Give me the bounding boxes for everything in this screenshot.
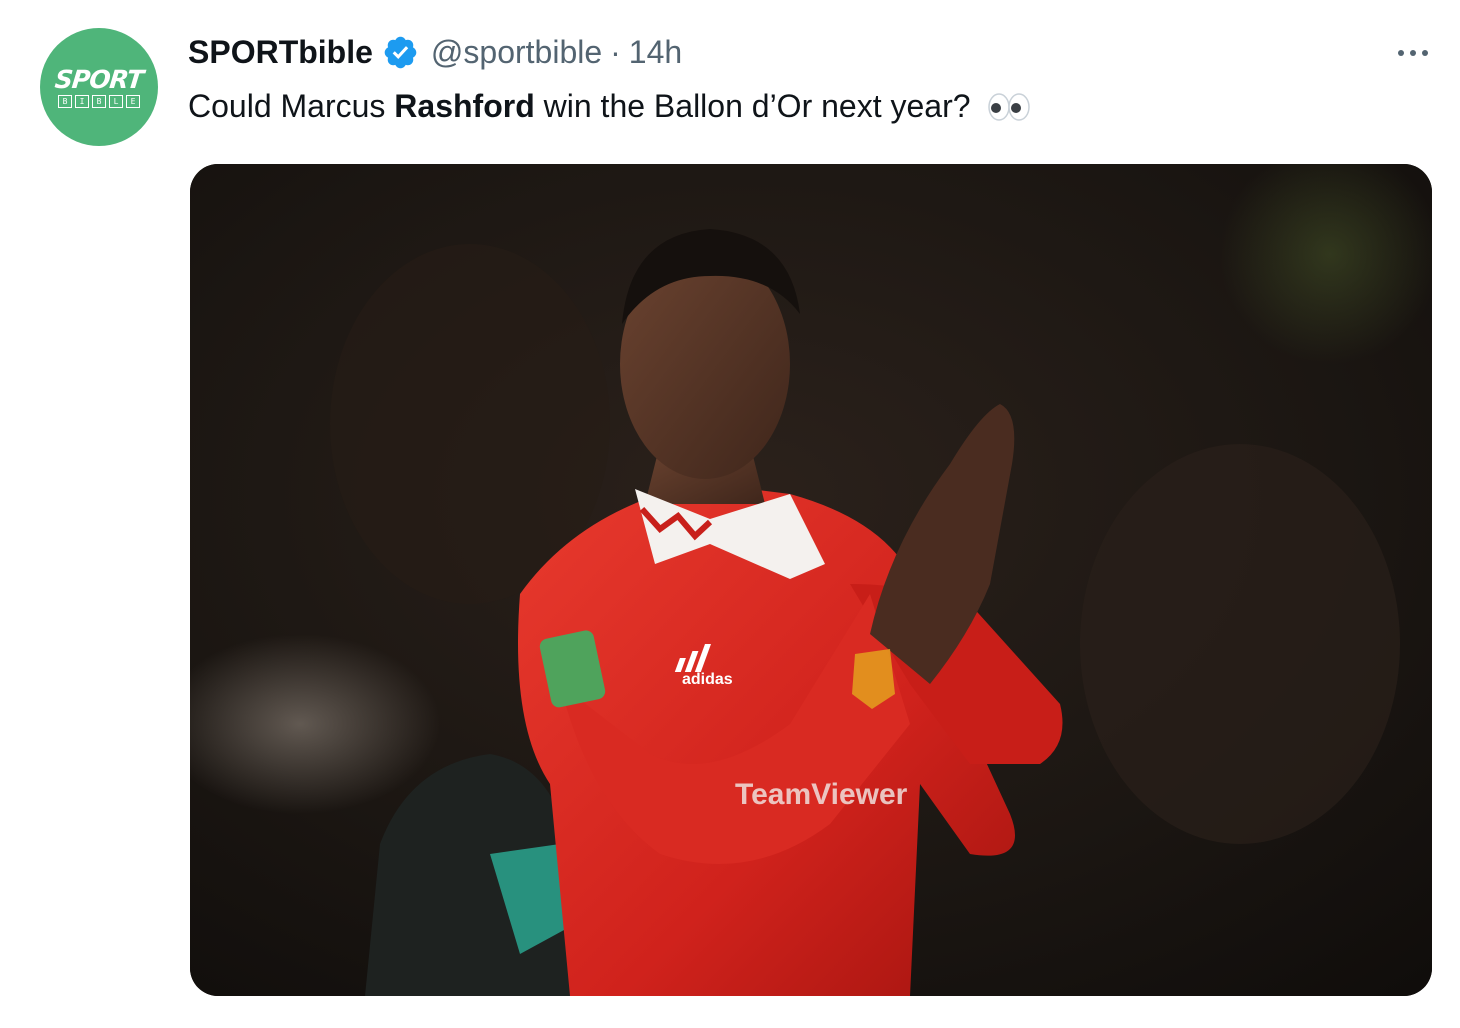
display-name[interactable]: SPORTbible <box>188 34 373 71</box>
timestamp[interactable]: 14h <box>629 34 682 71</box>
tweet-text: Could Marcus Rashford win the Ballon d’O… <box>188 84 1031 128</box>
avatar-logo-text: SPORT <box>53 64 145 94</box>
avatar-sub-letter: B <box>58 94 72 108</box>
avatar-sub-letter: B <box>92 94 106 108</box>
tweet-media-photo[interactable]: adidas TeamViewer <box>190 164 1432 996</box>
tweet-text-start: Could Marcus <box>188 88 395 124</box>
avatar-logo-subtext: B I B L E <box>58 94 140 108</box>
tweet-card[interactable]: SPORT B I B L E SPORTbible @sportbible ·… <box>0 0 1460 1028</box>
sponsor-text: TeamViewer <box>735 778 908 811</box>
avatar[interactable]: SPORT B I B L E <box>40 28 158 146</box>
avatar-sub-letter: I <box>75 94 89 108</box>
more-dot <box>1422 50 1428 56</box>
tweet-header: SPORTbible @sportbible · 14h <box>188 30 682 74</box>
verified-badge-icon <box>384 36 417 68</box>
more-dot <box>1398 50 1404 56</box>
handle[interactable]: @sportbible <box>431 34 602 71</box>
tweet-text-bold[interactable]: Rashford <box>394 88 534 124</box>
player-photo: adidas TeamViewer <box>190 164 1432 996</box>
tweet-text-end: win the Ballon d’Or next year? <box>534 88 971 124</box>
separator-dot: · <box>610 33 621 70</box>
adidas-label: adidas <box>682 671 733 688</box>
more-dot <box>1410 50 1416 56</box>
eyes-icon <box>988 92 1031 121</box>
more-options-icon[interactable] <box>1388 36 1438 70</box>
avatar-sub-letter: E <box>126 94 140 108</box>
avatar-sub-letter: L <box>109 94 123 108</box>
